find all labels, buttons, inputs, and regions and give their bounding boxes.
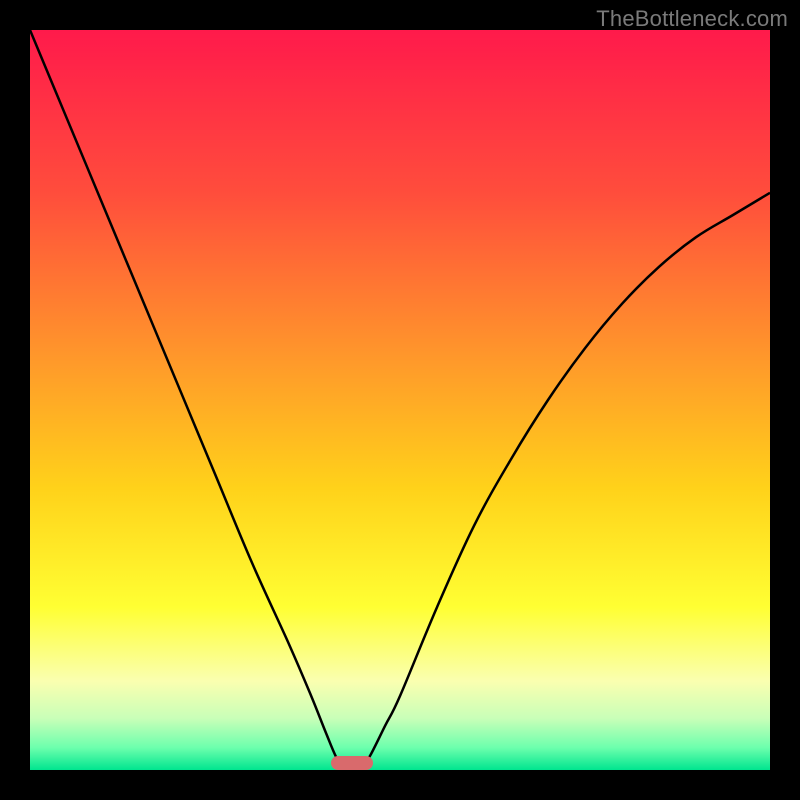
optimum-marker — [331, 756, 373, 770]
curve-right — [363, 193, 770, 767]
bottleneck-curve — [30, 30, 770, 770]
plot-area — [30, 30, 770, 770]
watermark-text: TheBottleneck.com — [596, 6, 788, 32]
curve-left — [30, 30, 345, 766]
chart-frame: TheBottleneck.com — [0, 0, 800, 800]
